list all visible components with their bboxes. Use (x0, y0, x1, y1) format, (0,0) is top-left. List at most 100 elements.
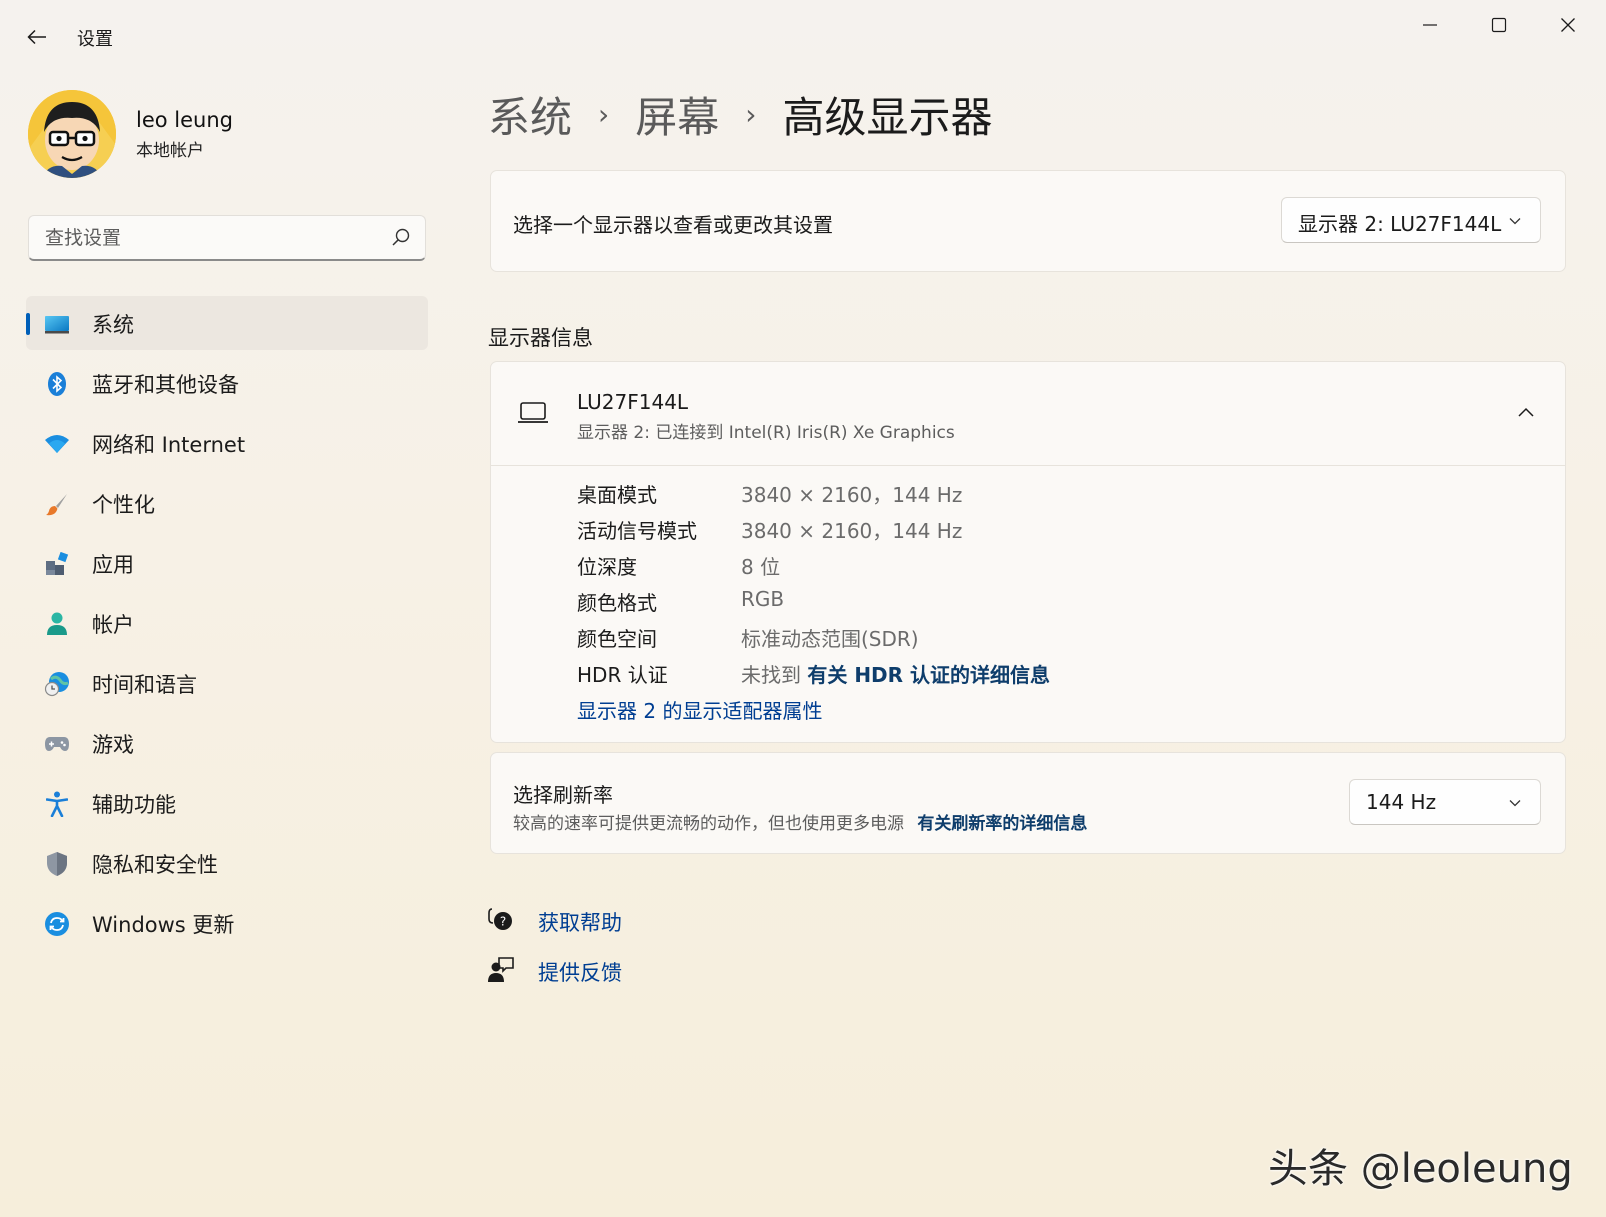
sidebar-item-personalization[interactable]: 个性化 (26, 476, 428, 530)
sidebar-item-accounts[interactable]: 帐户 (26, 596, 428, 650)
info-value: 8 位 (741, 555, 781, 579)
info-key: 颜色格式 (577, 591, 657, 615)
back-arrow-icon (27, 29, 46, 45)
chevron-right-icon: › (745, 97, 757, 131)
laptop-icon (518, 402, 548, 423)
refresh-rate-dropdown-value: 144 Hz (1366, 790, 1437, 814)
breadcrumb: 系统 › 屏幕 › 高级显示器 (488, 84, 992, 144)
refresh-rate-description: 较高的速率可提供更流畅的动作，但也使用更多电源 有关刷新率的详细信息 (513, 809, 1087, 834)
sidebar-item-apps[interactable]: 应用 (26, 536, 428, 590)
brush-icon (44, 491, 70, 517)
info-value: RGB (741, 587, 785, 611)
refresh-rate-card: 选择刷新率 较高的速率可提供更流畅的动作，但也使用更多电源 有关刷新率的详细信息… (490, 752, 1566, 854)
settings-window: 设置 leo leung 本地帐户 查找设置 系统 蓝牙和其他设备 网络和 In… (0, 0, 1606, 1217)
sidebar-item-gaming[interactable]: 游戏 (26, 716, 428, 770)
back-button[interactable] (22, 22, 52, 52)
info-value: 3840 × 2160，144 Hz (741, 483, 963, 507)
search-icon[interactable] (391, 227, 411, 247)
title-bar: 设置 (0, 0, 1606, 70)
chevron-down-icon (1509, 800, 1521, 807)
app-title: 设置 (77, 29, 113, 50)
bluetooth-icon (44, 371, 70, 397)
sidebar-item-label: Windows 更新 (92, 913, 235, 937)
sidebar-item-bluetooth[interactable]: 蓝牙和其他设备 (26, 356, 428, 410)
maximize-icon (1491, 17, 1507, 33)
wifi-icon (44, 431, 70, 457)
info-key: 桌面模式 (577, 483, 657, 507)
feedback-label: 提供反馈 (538, 961, 622, 985)
maximize-button[interactable] (1474, 10, 1524, 40)
sidebar-item-privacy-security[interactable]: 隐私和安全性 (26, 836, 428, 890)
info-key: 位深度 (577, 555, 637, 579)
search-input[interactable] (43, 216, 377, 260)
profile-name: leo leung (136, 108, 233, 132)
chevron-down-icon (1509, 218, 1521, 225)
sidebar-item-label: 蓝牙和其他设备 (92, 373, 239, 397)
chevron-right-icon: › (598, 97, 610, 131)
info-key: 活动信号模式 (577, 519, 697, 543)
info-key: HDR 认证 (577, 663, 668, 687)
hdr-cert-link[interactable]: 有关 HDR 认证的详细信息 (807, 663, 1050, 687)
close-icon (1561, 18, 1575, 32)
sidebar-item-windows-update[interactable]: Windows 更新 (26, 896, 428, 950)
sidebar-item-label: 时间和语言 (92, 673, 197, 697)
avatar[interactable] (28, 90, 116, 178)
apps-icon (44, 551, 70, 577)
hdr-cert-status: 未找到 (741, 663, 801, 687)
sidebar-item-system[interactable]: 系统 (26, 296, 428, 350)
watermark-text: 头条 @leoleung (1268, 1146, 1573, 1192)
refresh-rate-dropdown[interactable]: 144 Hz (1349, 779, 1541, 825)
refresh-rate-description-text: 较高的速率可提供更流畅的动作，但也使用更多电源 (513, 814, 904, 834)
sidebar-item-label: 辅助功能 (92, 793, 176, 817)
display-select-label: 选择一个显示器以查看或更改其设置 (513, 213, 833, 237)
update-icon (44, 911, 70, 937)
shield-icon (44, 851, 70, 877)
sidebar-nav: 系统 蓝牙和其他设备 网络和 Internet 个性化 应用 帐户 时间和语言 … (26, 296, 428, 956)
sidebar-item-label: 隐私和安全性 (92, 853, 218, 877)
info-key: 颜色空间 (577, 627, 657, 651)
info-value: 未找到 有关 HDR 认证的详细信息 (741, 659, 1050, 688)
person-icon (44, 611, 70, 637)
adapter-properties-link[interactable]: 显示器 2 的显示适配器属性 (577, 695, 822, 724)
monitor-name: LU27F144L (577, 390, 689, 414)
refresh-rate-title: 选择刷新率 (513, 783, 613, 807)
display-dropdown[interactable]: 显示器 2: LU27F144L (1281, 197, 1541, 243)
sidebar-item-label: 游戏 (92, 733, 134, 757)
display-icon (44, 311, 70, 337)
page-title: 高级显示器 (782, 92, 993, 142)
search-box[interactable] (28, 215, 426, 261)
breadcrumb-item-system[interactable]: 系统 (488, 84, 572, 145)
get-help-label: 获取帮助 (538, 911, 622, 935)
display-info-header[interactable]: LU27F144L 显示器 2: 已连接到 Intel(R) Iris(R) X… (491, 362, 1565, 466)
sidebar-item-label: 个性化 (92, 493, 155, 517)
minimize-icon (1423, 24, 1437, 26)
help-chat-icon: ? (488, 908, 512, 930)
sidebar-item-label: 帐户 (92, 613, 134, 637)
gamepad-icon (44, 731, 70, 757)
monitor-connection: 显示器 2: 已连接到 Intel(R) Iris(R) Xe Graphics (577, 423, 955, 443)
close-button[interactable] (1543, 10, 1593, 40)
globe-clock-icon (44, 671, 70, 697)
section-title-display-info: 显示器信息 (488, 326, 593, 350)
breadcrumb-item-display[interactable]: 屏幕 (635, 84, 719, 145)
avatar-cartoon-icon (28, 90, 116, 178)
sidebar-item-network[interactable]: 网络和 Internet (26, 416, 428, 470)
sidebar-item-label: 网络和 Internet (92, 433, 246, 457)
display-info-card: LU27F144L 显示器 2: 已连接到 Intel(R) Iris(R) X… (490, 361, 1566, 743)
sidebar-item-time-language[interactable]: 时间和语言 (26, 656, 428, 710)
info-value: 3840 × 2160，144 Hz (741, 519, 963, 543)
chevron-up-icon[interactable] (1517, 404, 1535, 422)
display-dropdown-value: 显示器 2: LU27F144L (1298, 212, 1502, 236)
display-select-card: 选择一个显示器以查看或更改其设置 显示器 2: LU27F144L (490, 170, 1566, 272)
feedback-icon (488, 957, 514, 982)
active-indicator (26, 313, 30, 335)
sidebar-item-label: 应用 (92, 553, 134, 577)
refresh-rate-info-link[interactable]: 有关刷新率的详细信息 (917, 814, 1087, 834)
info-value: 标准动态范围(SDR) (741, 627, 919, 651)
minimize-button[interactable] (1405, 10, 1455, 40)
svg-text:?: ? (500, 915, 506, 929)
profile-account-type: 本地帐户 (136, 141, 204, 161)
sidebar-item-accessibility[interactable]: 辅助功能 (26, 776, 428, 830)
accessibility-icon (44, 791, 70, 817)
sidebar-item-label: 系统 (92, 313, 134, 337)
